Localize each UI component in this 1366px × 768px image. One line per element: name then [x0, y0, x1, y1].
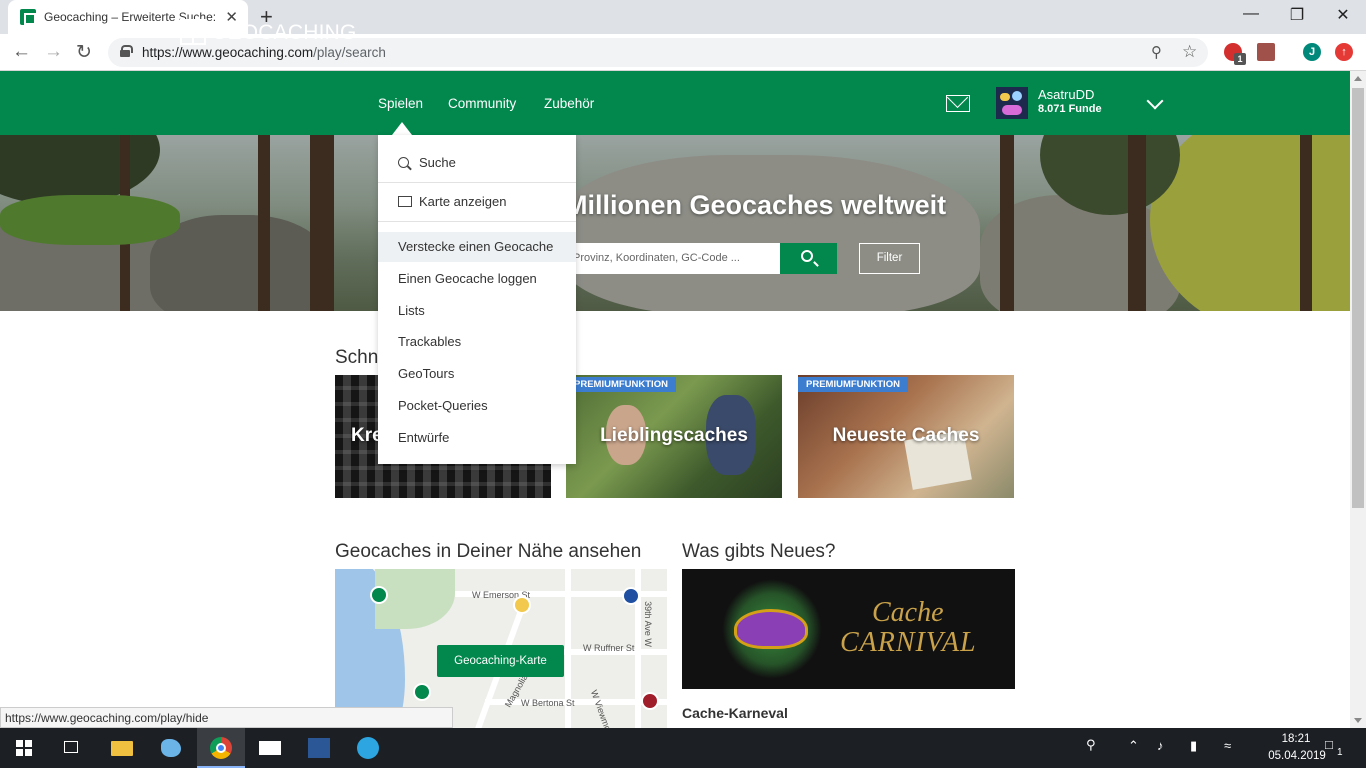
bookmark-star-icon[interactable]: ☆	[1182, 42, 1197, 62]
menu-item-karte[interactable]: Karte anzeigen	[378, 194, 576, 209]
geocaching-map-button[interactable]: Geocaching-Karte	[437, 645, 564, 677]
update-icon[interactable]: ↑	[1335, 43, 1353, 61]
clock-time[interactable]: 18:21	[1269, 733, 1323, 745]
windows-start-icon[interactable]	[0, 728, 48, 768]
menu-item-geotours[interactable]: GeoTours	[378, 366, 576, 381]
menu-item-verstecken[interactable]: Verstecke einen Geocache	[378, 239, 576, 254]
wifi-icon[interactable]: ≈	[1224, 738, 1231, 753]
page-scrollbar[interactable]	[1350, 71, 1366, 728]
geocaching-favicon-icon	[20, 9, 36, 25]
site-header	[0, 71, 1350, 135]
quick-card-label: Neueste Caches	[832, 425, 980, 446]
profile-avatar[interactable]: J	[1303, 43, 1321, 61]
scroll-down-icon[interactable]	[1354, 718, 1362, 723]
quick-card-label: Lieblingscaches	[600, 425, 748, 446]
forward-arrow-icon[interactable]: →	[44, 41, 63, 63]
mystery-cache-pin-icon[interactable]	[622, 587, 640, 605]
hero-banner	[0, 135, 1350, 311]
mail-app-icon[interactable]	[246, 728, 294, 768]
spielen-dropdown-menu: Suche Karte anzeigen Verstecke einen Geo…	[378, 135, 576, 464]
premium-badge: PREMIUMFUNKTION	[566, 377, 676, 392]
reload-icon[interactable]: ↻	[76, 41, 92, 64]
clock-date[interactable]: 05.04.2019	[1252, 750, 1342, 762]
nav-zubehoer[interactable]: Zubehör	[544, 96, 594, 111]
paint-app-icon[interactable]	[148, 728, 196, 768]
finds-count: 8.071 Funde	[1038, 103, 1102, 115]
scrollbar-thumb[interactable]	[1352, 88, 1364, 508]
map-street-label: W Viewmont	[588, 688, 616, 731]
hero-search-button[interactable]	[780, 243, 837, 274]
map-icon	[398, 196, 412, 207]
word-app-icon[interactable]	[295, 728, 343, 768]
hero-title: Millionen Geocaches weltweit	[565, 190, 947, 220]
people-icon[interactable]: ⚲	[1086, 737, 1096, 753]
quick-card-favorites[interactable]: PREMIUMFUNKTION Lieblingscaches	[566, 375, 782, 498]
windows-taskbar: ⚲ ⌃ ♪ ▮ ≈ □ 1	[0, 728, 1366, 768]
news-title: Was gibts Neues?	[682, 541, 836, 562]
nav-spielen[interactable]: Spielen	[378, 96, 423, 111]
filter-button[interactable]: Filter	[859, 243, 920, 274]
news-image[interactable]: Cache CARNIVAL	[682, 569, 1015, 689]
menu-item-entwuerfe[interactable]: Entwürfe	[378, 430, 576, 445]
dropdown-caret	[392, 122, 412, 135]
cache-pin-icon[interactable]	[370, 586, 388, 604]
chevron-up-icon[interactable]: ⌃	[1128, 738, 1139, 754]
zoom-icon[interactable]: ⚲	[1151, 43, 1162, 61]
menu-item-trackables[interactable]: Trackables	[378, 334, 576, 349]
restore-window-icon[interactable]: ❐	[1282, 5, 1312, 25]
chrome-app-icon[interactable]	[197, 728, 245, 768]
menu-item-lists[interactable]: Lists	[378, 303, 576, 318]
map-street-label: W Ruffner St	[583, 643, 635, 653]
carnival-mask-icon	[734, 609, 808, 649]
cache-pin-icon[interactable]	[513, 596, 531, 614]
cache-pin-icon[interactable]	[413, 683, 431, 701]
map-street-label: W Bertona St	[521, 698, 575, 708]
volume-icon[interactable]: ♪	[1157, 738, 1164, 753]
lock-icon	[120, 45, 133, 57]
hero-search-input[interactable]: Provinz, Koordinaten, GC-Code ...	[565, 243, 780, 274]
quick-card-newest[interactable]: PREMIUMFUNKTION Neueste Caches	[798, 375, 1014, 498]
premium-badge: PREMIUMFUNKTION	[798, 377, 908, 392]
scroll-up-icon[interactable]	[1354, 76, 1362, 81]
nav-community[interactable]: Community	[448, 96, 516, 111]
extension-badge: 1	[1234, 53, 1246, 65]
menu-item-suche[interactable]: Suche	[378, 155, 576, 171]
geocaching-logo-icon	[180, 19, 206, 45]
task-view-icon[interactable]	[48, 728, 96, 768]
close-window-icon[interactable]: ✕	[1328, 5, 1358, 25]
search-icon	[801, 250, 813, 262]
pdf-extension-icon[interactable]	[1257, 43, 1275, 61]
username[interactable]: AsatruDD	[1038, 87, 1094, 102]
back-arrow-icon[interactable]: ←	[12, 41, 31, 63]
mail-icon[interactable]	[946, 95, 970, 112]
map-street-label: 39th Ave W	[642, 601, 653, 647]
menu-item-pocket-queries[interactable]: Pocket-Queries	[378, 398, 576, 413]
menu-item-loggen[interactable]: Einen Geocache loggen	[378, 271, 576, 286]
minimize-window-icon[interactable]: —	[1236, 5, 1266, 23]
telegram-app-icon[interactable]	[344, 728, 392, 768]
battery-icon[interactable]: ▮	[1190, 738, 1197, 754]
news-caption[interactable]: Cache-Karneval	[682, 705, 788, 721]
status-bar-url: https://www.geocaching.com/play/hide	[0, 707, 453, 728]
logo-text: GEOCACHING	[211, 21, 357, 44]
file-explorer-icon[interactable]	[98, 728, 146, 768]
event-cache-pin-icon[interactable]	[641, 692, 659, 710]
search-placeholder: Provinz, Koordinaten, GC-Code ...	[573, 252, 740, 264]
nearby-title: Geocaches in Deiner Nähe ansehen	[335, 541, 642, 562]
address-url: https://www.geocaching.com/play/search	[142, 45, 386, 60]
user-avatar[interactable]	[996, 87, 1028, 119]
